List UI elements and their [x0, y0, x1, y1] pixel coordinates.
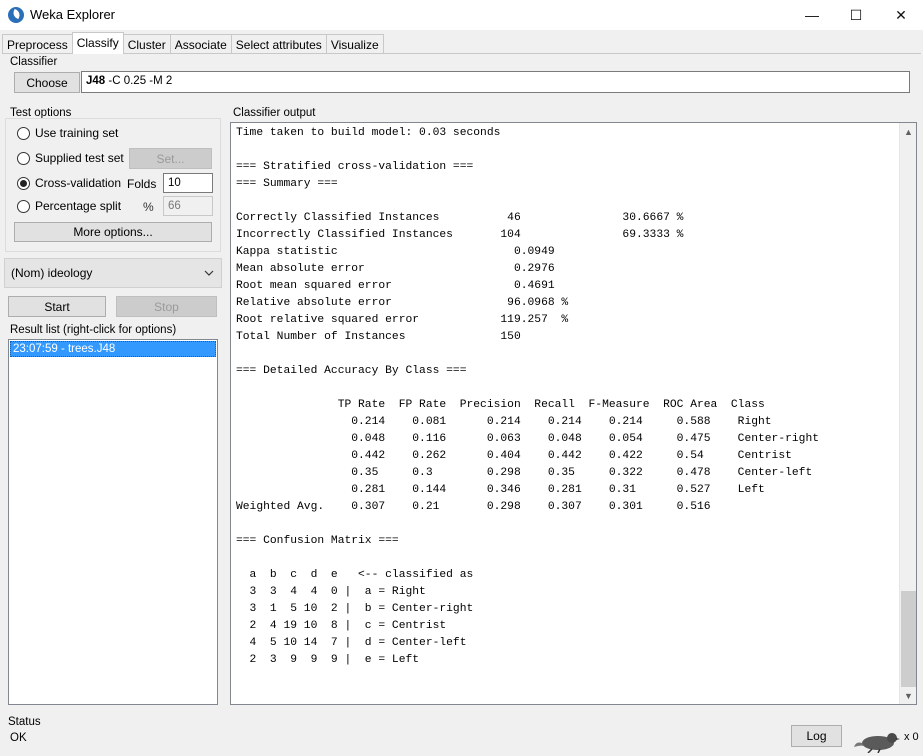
tab-visualize[interactable]: Visualize: [325, 34, 384, 54]
folds-input[interactable]: 10: [163, 173, 213, 193]
weka-app-icon: [8, 7, 24, 23]
scrollbar-thumb[interactable]: [901, 591, 916, 687]
start-button[interactable]: Start: [8, 296, 106, 317]
set-test-set-button[interactable]: Set...: [129, 148, 212, 169]
class-attribute-dropdown[interactable]: (Nom) ideology: [4, 258, 222, 288]
minimize-button[interactable]: —: [789, 0, 835, 30]
class-attribute-value: (Nom) ideology: [11, 266, 93, 280]
close-button[interactable]: ✕: [878, 0, 923, 30]
chevron-down-icon: [204, 270, 214, 276]
classifier-group-label: Classifier: [10, 56, 58, 68]
percentage-split-input[interactable]: 66: [163, 196, 213, 216]
choose-classifier-button[interactable]: Choose: [14, 72, 80, 93]
use-training-set-option[interactable]: Use training set: [17, 126, 118, 140]
scroll-down-arrow-icon[interactable]: ▼: [900, 687, 916, 704]
status-message: OK: [10, 732, 27, 744]
percent-symbol: %: [143, 200, 154, 214]
stop-button[interactable]: Stop: [116, 296, 217, 317]
classifier-options: -C 0.25 -M 2: [105, 75, 173, 87]
radio-selected-icon[interactable]: [17, 176, 30, 190]
window-title: Weka Explorer: [30, 7, 116, 22]
percentage-split-label: Percentage split: [35, 199, 122, 213]
radio-icon[interactable]: [17, 199, 30, 213]
classifier-config-field[interactable]: J48 -C 0.25 -M 2: [81, 71, 910, 93]
cross-validation-label: Cross-validation: [35, 176, 122, 190]
status-bar: [0, 714, 923, 756]
use-training-set-label: Use training set: [35, 126, 119, 140]
log-button[interactable]: Log: [791, 725, 842, 747]
tab-associate[interactable]: Associate: [169, 34, 232, 54]
status-label: Status: [8, 716, 41, 728]
radio-icon[interactable]: [17, 126, 30, 140]
folds-label: Folds: [127, 177, 157, 191]
tab-bar: Preprocess Classify Cluster Associate Se…: [2, 32, 384, 54]
supplied-test-set-label: Supplied test set: [35, 151, 124, 165]
classifier-output-label: Classifier output: [233, 107, 316, 119]
more-options-button[interactable]: More options...: [14, 222, 212, 242]
radio-icon[interactable]: [17, 151, 30, 165]
classifier-name: J48: [86, 75, 106, 87]
cross-validation-option[interactable]: Cross-validation: [17, 176, 121, 190]
classifier-output-panel[interactable]: Time taken to build model: 0.03 seconds …: [230, 122, 917, 705]
title-bar: [0, 0, 923, 30]
result-list-item[interactable]: 23:07:59 - trees.J48: [10, 341, 216, 357]
percentage-split-option[interactable]: Percentage split: [17, 199, 121, 213]
weka-bird-icon: [854, 733, 900, 753]
result-list-label: Result list (right-click for options): [10, 324, 177, 336]
supplied-test-set-option[interactable]: Supplied test set: [17, 151, 124, 165]
task-count: x 0: [904, 731, 919, 743]
tab-cluster[interactable]: Cluster: [122, 34, 171, 54]
tab-select-attributes[interactable]: Select attributes: [230, 34, 327, 54]
maximize-button[interactable]: ☐: [833, 0, 879, 30]
classifier-output-text[interactable]: Time taken to build model: 0.03 seconds …: [231, 123, 916, 669]
scroll-up-arrow-icon[interactable]: ▲: [900, 123, 916, 140]
output-scrollbar[interactable]: ▲ ▼: [899, 123, 916, 704]
result-list[interactable]: 23:07:59 - trees.J48: [8, 339, 218, 705]
tab-preprocess[interactable]: Preprocess: [2, 34, 73, 54]
tab-classify[interactable]: Classify: [71, 32, 124, 54]
tab-divider: [2, 53, 921, 54]
